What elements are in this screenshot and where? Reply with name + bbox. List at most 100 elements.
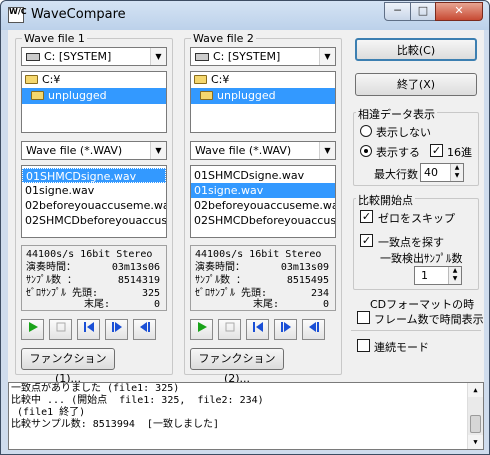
zero-tail-value: 0 [153,299,160,310]
radio-hide-label: 表示しない [376,126,431,139]
stop-button[interactable] [218,319,241,340]
minimize-button[interactable]: ─ [384,2,411,21]
function-2-button[interactable]: ファンクション(2)... [190,348,284,385]
match-samples-value: 1 [421,269,428,282]
hex-checkbox[interactable]: ✓ [430,144,443,157]
open-folder-icon [194,75,207,84]
skip-end-button[interactable] [302,319,325,340]
drive-select-2[interactable]: C: [SYSTEM] ▼ [190,47,336,66]
drive-value: C: [SYSTEM] [213,50,281,63]
max-lines-spinner[interactable]: 40 ▲ ▼ [420,163,464,182]
stop-button[interactable] [49,319,72,340]
close-button[interactable]: ✕ [435,2,483,21]
chevron-down-icon[interactable]: ▼ [319,48,335,65]
maximize-button[interactable]: □ [410,2,436,21]
dir-item-root[interactable]: C:¥ [22,72,166,88]
frames-checkbox[interactable] [357,311,370,324]
chevron-down-icon[interactable]: ▼ [150,142,166,159]
log-line: 比較サンプル数: 8513994 [一致しました] [11,419,219,430]
cd-format-label: CDフォーマットの時 [370,298,475,311]
skip-end-button[interactable] [133,319,156,340]
dir-item-unplugged[interactable]: unplugged [191,88,335,104]
scroll-down-icon[interactable]: ▼ [468,435,483,449]
dir-item-unplugged[interactable]: unplugged [22,88,166,104]
list-item[interactable]: 01signe.wav [22,183,166,198]
step-forward-button[interactable] [274,319,297,340]
samples-label: ｻﾝﾌﾟﾙ数 ： [195,275,247,286]
list-item[interactable]: 01SHMCDsigne.wav [22,168,166,183]
log-scrollbar[interactable]: ▲ ▼ [467,383,483,449]
duration-value: 03m13s06 [111,262,160,273]
skip-zero-label: ゼロをスキップ [378,212,455,225]
skip-zero-checkbox[interactable]: ✓ [360,210,373,223]
match-samples-spinner[interactable]: 1 ▲ ▼ [414,266,462,285]
radio-hide[interactable] [360,125,372,137]
file-type-select-2[interactable]: Wave file (*.WAV) ▼ [190,141,336,160]
compare-button[interactable]: 比較(C) [355,38,477,61]
skip-start-icon [252,322,263,332]
spin-down-icon[interactable]: ▼ [448,275,461,284]
compare-start-label: 比較開始点 [356,192,415,208]
format-text: 44100s/s 16bit Stereo [195,249,322,260]
file-info-2: 44100s/s 16bit Stereo 演奏時間： 03m13s09 ｻﾝﾌ… [190,245,336,311]
format-text: 44100s/s 16bit Stereo [26,249,153,260]
file-list-1[interactable]: 01SHMCDsigne.wav 01signe.wav 02beforeyou… [21,165,167,238]
drive-value: C: [SYSTEM] [44,50,112,63]
drive-select-1[interactable]: C: [SYSTEM] ▼ [21,47,167,66]
directory-list-2[interactable]: C:¥ unplugged [190,71,336,133]
play-button[interactable] [21,319,44,340]
title-bar[interactable]: W/C WaveCompare ─ □ ✕ [1,1,489,30]
function-1-button[interactable]: ファンクション(1)... [21,348,115,385]
scroll-up-icon[interactable]: ▲ [468,383,483,397]
duration-value: 03m13s09 [280,262,329,273]
list-item[interactable]: 01SHMCDsigne.wav [191,168,335,183]
skip-start-button[interactable] [77,319,100,340]
play-button[interactable] [190,319,213,340]
radio-show[interactable] [360,145,372,157]
find-match-checkbox[interactable]: ✓ [360,234,373,247]
list-item[interactable]: 02beforeyouaccuseme.wav [191,198,335,213]
play-icon [197,322,207,332]
open-folder-icon [25,75,38,84]
step-forward-icon [280,322,291,332]
list-item[interactable]: 02SHMCDbeforeyouaccuse [22,213,166,228]
zero-head-label: ｾﾞﾛｻﾝﾌﾟﾙ 先頭: [26,288,99,299]
frames-label: フレーム数で時間表示 [374,313,484,326]
file-type-select-1[interactable]: Wave file (*.WAV) ▼ [21,141,167,160]
continuous-mode-checkbox[interactable] [357,339,370,352]
step-forward-button[interactable] [105,319,128,340]
samples-value: 8514319 [117,275,160,286]
list-item[interactable]: 02beforeyouaccuseme.wav [22,198,166,213]
app-icon: W/C [8,7,27,23]
wave-file-1-label: Wave file 1 [22,32,87,45]
zero-tail-label: 末尾: [253,299,280,310]
dir-item-root[interactable]: C:¥ [191,72,335,88]
chevron-down-icon[interactable]: ▼ [150,48,166,65]
diff-display-group: 相違データ表示 表示しない 表示する ✓ 16進 最大行数 40 ▲ ▼ [353,106,479,186]
max-lines-value: 40 [424,166,438,179]
window-title: WaveCompare [31,7,126,22]
skip-start-button[interactable] [246,319,269,340]
skip-end-icon [139,322,150,332]
file-list-2[interactable]: 01SHMCDsigne.wav 01signe.wav 02beforeyou… [190,165,336,238]
directory-list-1[interactable]: C:¥ unplugged [21,71,167,133]
spin-down-icon[interactable]: ▼ [450,172,463,181]
exit-button[interactable]: 終了(X) [355,73,477,96]
find-match-label: 一致点を探す [378,236,444,249]
skip-start-icon [83,322,94,332]
result-log[interactable]: 一致点がありました (file1: 325) 比較中 ... (開始点 file… [8,382,484,450]
skip-end-icon [308,322,319,332]
drive-icon [195,53,209,61]
duration-label: 演奏時間： [195,262,245,273]
client-area: Wave file 1 C: [SYSTEM] ▼ C:¥ unplugged … [8,30,484,450]
hex-label: 16進 [447,146,472,159]
wave-file-2-label: Wave file 2 [191,32,256,45]
wave-file-2-group: Wave file 2 C: [SYSTEM] ▼ C:¥ unplugged … [184,32,342,385]
zero-head-value: 234 [310,288,329,299]
chevron-down-icon[interactable]: ▼ [319,142,335,159]
scroll-thumb[interactable] [470,415,481,433]
file-type-value: Wave file (*.WAV) [195,144,292,157]
list-item[interactable]: 02SHMCDbeforeyouaccuse [191,213,335,228]
duration-label: 演奏時間： [26,262,76,273]
list-item[interactable]: 01signe.wav [191,183,335,198]
